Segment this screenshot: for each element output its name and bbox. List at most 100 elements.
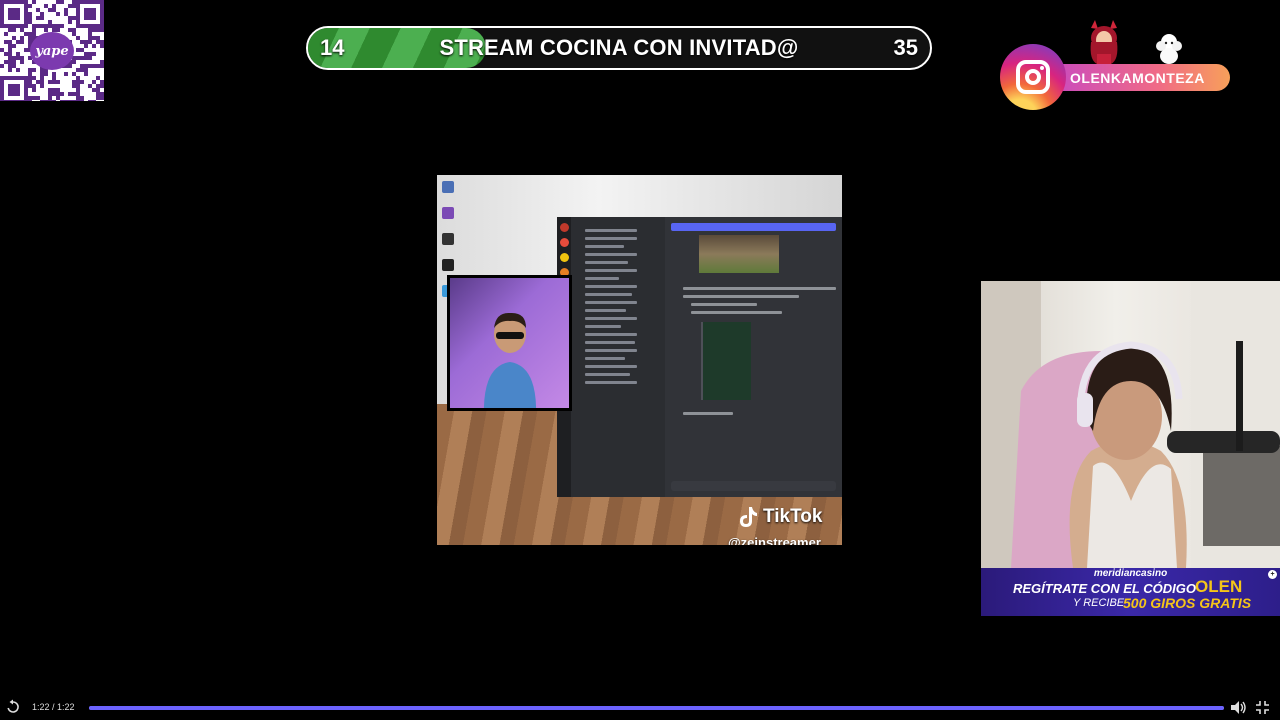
qr-module — [8, 68, 12, 72]
channel-item — [585, 245, 624, 248]
qr-module — [88, 16, 92, 20]
qr-module — [80, 0, 84, 4]
qr-module — [28, 96, 32, 100]
qr-module — [24, 88, 28, 92]
qr-module — [100, 96, 104, 100]
qr-module — [8, 64, 12, 68]
qr-module — [32, 88, 36, 92]
qr-module — [12, 0, 16, 4]
qr-module — [76, 0, 80, 4]
qr-module — [0, 0, 4, 4]
qr-module — [84, 0, 88, 4]
casino-ad-banner[interactable]: meridiancasino + REGÍTRATE CON EL CÓDIGO… — [981, 568, 1280, 616]
qr-module — [96, 24, 100, 28]
instagram-glyph — [1016, 60, 1050, 94]
qr-module — [0, 48, 4, 52]
chat-message — [691, 303, 757, 306]
qr-module — [56, 28, 60, 32]
qr-module — [100, 20, 104, 24]
qr-module — [0, 84, 4, 88]
qr-module — [88, 36, 92, 40]
qr-module — [0, 88, 4, 92]
qr-module — [16, 68, 20, 72]
qr-module — [84, 44, 88, 48]
qr-module — [92, 28, 96, 32]
qr-module — [76, 20, 80, 24]
qr-module — [16, 8, 20, 12]
qr-module — [40, 80, 44, 84]
qr-module — [8, 88, 12, 92]
qr-module — [88, 24, 92, 28]
devil-girl-avatar — [1090, 20, 1118, 64]
qr-module — [44, 100, 48, 101]
qr-module — [52, 76, 56, 80]
qr-module — [80, 68, 84, 72]
channel-item — [585, 349, 637, 352]
exit-fullscreen-icon[interactable] — [1255, 700, 1270, 715]
yape-logo: yape — [30, 32, 74, 70]
qr-module — [48, 92, 52, 96]
qr-module — [8, 56, 12, 60]
replay-icon[interactable] — [5, 699, 21, 715]
discord-chat — [665, 217, 842, 497]
shared-video[interactable]: TikTok @zeinstreamer — [437, 175, 842, 545]
qr-module — [20, 24, 24, 28]
qr-module — [84, 12, 88, 16]
qr-module — [8, 40, 12, 44]
qr-module — [12, 84, 16, 88]
qr-module — [72, 4, 76, 8]
channel-item — [585, 253, 637, 256]
qr-module — [100, 92, 104, 96]
progress-bar[interactable] — [89, 706, 1224, 710]
qr-module — [100, 8, 104, 12]
qr-module — [16, 16, 20, 20]
instagram-handle-pill[interactable]: OLENKAMONTEZA — [1050, 64, 1230, 91]
tiktok-handle: @zeinstreamer — [728, 535, 821, 545]
qr-module — [28, 12, 32, 16]
qr-module — [56, 80, 60, 84]
qr-module — [32, 84, 36, 88]
streamer-cam — [450, 278, 569, 408]
channel-item — [585, 261, 628, 264]
qr-module — [12, 100, 16, 101]
qr-module — [32, 96, 36, 100]
qr-module — [48, 96, 52, 100]
channel-item — [585, 277, 620, 280]
server-icon — [559, 238, 569, 247]
chat-message — [683, 412, 733, 415]
channel-item — [585, 229, 637, 232]
qr-module — [24, 24, 28, 28]
qr-module — [76, 8, 80, 12]
qr-module — [0, 8, 4, 12]
qr-module — [52, 100, 56, 101]
qr-module — [40, 100, 44, 101]
channel-item — [585, 301, 637, 304]
qr-module — [92, 12, 96, 16]
qr-module — [36, 24, 40, 28]
qr-module — [76, 16, 80, 20]
volume-icon[interactable] — [1230, 700, 1247, 715]
qr-module — [92, 8, 96, 12]
progress-bar-fill — [89, 706, 1224, 710]
poodle-avatar — [1156, 34, 1182, 64]
qr-module — [100, 60, 104, 64]
casino-code: OLEN — [1195, 577, 1243, 596]
qr-module — [0, 92, 4, 96]
channel-item — [585, 357, 625, 360]
qr-module — [92, 36, 96, 40]
qr-module — [0, 12, 4, 16]
qr-module — [72, 92, 76, 96]
qr-module — [4, 40, 8, 44]
chat-message — [683, 287, 836, 290]
qr-module — [76, 80, 80, 84]
qr-module — [44, 4, 48, 8]
qr-module — [28, 20, 32, 24]
qr-module — [72, 72, 76, 76]
qr-module — [92, 88, 96, 92]
qr-module — [84, 16, 88, 20]
stream-title: STREAM COCINA CON INVITAD@ — [439, 35, 799, 60]
qr-module — [92, 44, 96, 48]
instagram-icon[interactable] — [1000, 44, 1066, 110]
qr-module — [32, 32, 36, 36]
streamer-figure — [483, 312, 537, 408]
